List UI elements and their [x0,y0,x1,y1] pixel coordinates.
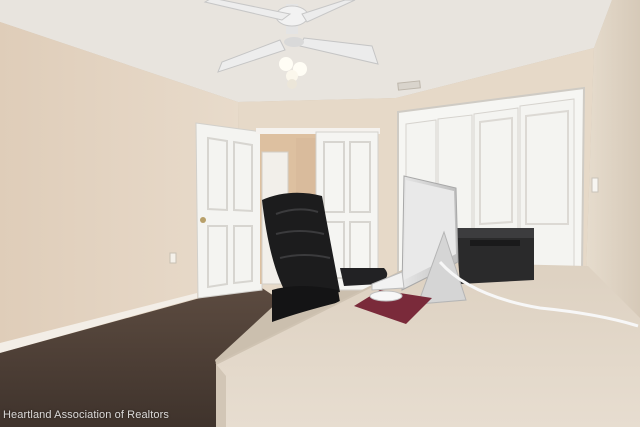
room-photo: Heartland Association of Realtors [0,0,640,427]
room-illustration [0,0,640,427]
laser-printer [456,228,534,284]
wall-outlet [169,252,177,264]
photo-watermark: Heartland Association of Realtors [3,409,169,421]
bedroom-door [195,122,263,299]
mouse [369,290,403,302]
light-switch [591,177,599,193]
